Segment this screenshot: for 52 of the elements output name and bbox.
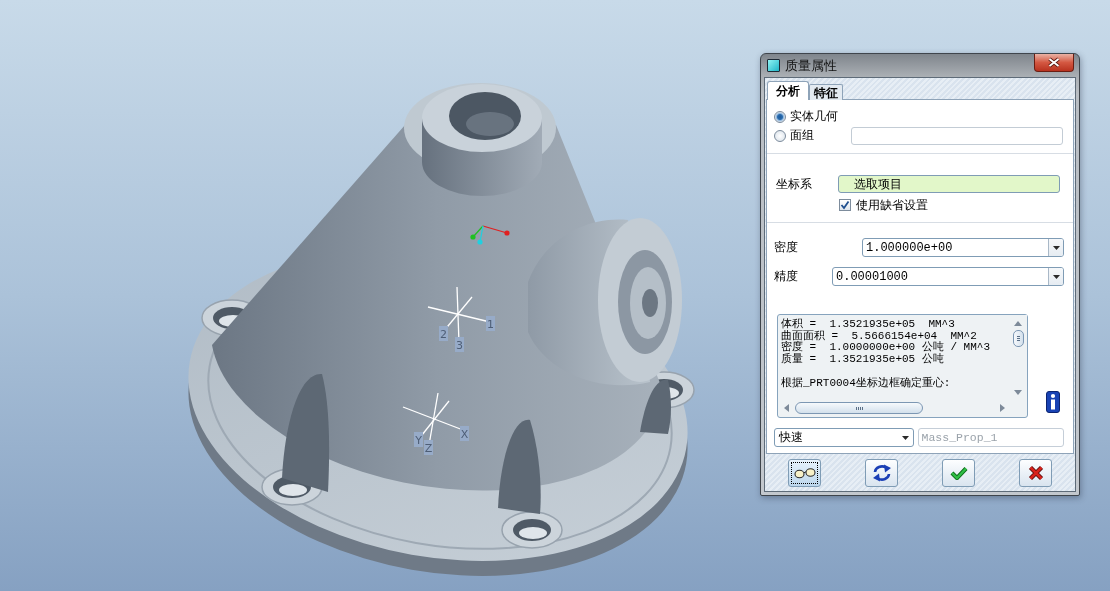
mounting-hole bbox=[501, 511, 563, 549]
cross-icon bbox=[1027, 465, 1044, 481]
close-button[interactable] bbox=[1034, 54, 1074, 72]
result-line: 密度 = 1.0000000e+00 公吨 / MM^3 bbox=[781, 342, 991, 354]
tab[interactable]: 分析 bbox=[767, 81, 809, 100]
axis-label: 2 bbox=[439, 326, 448, 341]
result-line: 曲面面积 = 5.5666154e+04 MM^2 bbox=[781, 330, 977, 342]
checkmark-icon bbox=[840, 200, 850, 210]
caret-icon bbox=[1052, 245, 1060, 250]
coordinate-system-icon bbox=[470, 225, 510, 245]
accuracy-dropdown[interactable]: 0.00001000 bbox=[832, 267, 1064, 286]
window-icon bbox=[767, 59, 780, 72]
radio-label: 面组 bbox=[790, 127, 814, 144]
cancel-button[interactable] bbox=[1019, 459, 1052, 487]
checkbox[interactable] bbox=[839, 199, 851, 211]
density-dropdown[interactable]: 1.000000e+00 bbox=[862, 238, 1064, 257]
close-icon bbox=[1047, 57, 1061, 68]
checkmark-icon bbox=[949, 466, 968, 480]
density-label: 密度 bbox=[774, 239, 798, 256]
scroll-left-arrow-icon[interactable] bbox=[784, 404, 789, 412]
checkbox-label: 使用缺省设置 bbox=[856, 196, 928, 214]
window-title: 质量属性 bbox=[785, 56, 837, 75]
result-line: 根据_PRT0004坐标边框确定重心: bbox=[781, 377, 951, 390]
refresh-icon bbox=[871, 464, 892, 482]
tab[interactable]: 特征 bbox=[809, 84, 843, 100]
mode-dropdown[interactable]: 快速 bbox=[774, 428, 914, 447]
axis-label: X bbox=[460, 426, 469, 441]
input-field[interactable] bbox=[851, 126, 1063, 145]
scrollbar-thumb[interactable] bbox=[1012, 330, 1024, 347]
radio-button[interactable] bbox=[774, 129, 786, 142]
csys-selector-field[interactable]: 选取项目 bbox=[838, 175, 1060, 193]
axis-label: Y bbox=[414, 432, 423, 447]
caret-icon bbox=[1052, 274, 1060, 279]
scroll-down-arrow-icon[interactable] bbox=[1014, 390, 1022, 395]
accuracy-label: 精度 bbox=[774, 268, 798, 285]
axis-label: 3 bbox=[455, 337, 464, 352]
glasses-icon bbox=[793, 467, 816, 479]
radio-label: 实体几何 bbox=[790, 108, 838, 125]
repaint-button[interactable] bbox=[865, 459, 898, 487]
preview-button[interactable] bbox=[788, 459, 821, 487]
axis-label: 1 bbox=[486, 316, 495, 331]
scrollbar-thumb[interactable] bbox=[795, 402, 923, 414]
csys-label: 坐标系 bbox=[776, 175, 812, 193]
caret-icon bbox=[901, 435, 909, 440]
axis-label: Z bbox=[424, 440, 433, 455]
scroll-right-arrow-icon[interactable] bbox=[1000, 404, 1005, 412]
ok-button[interactable] bbox=[942, 459, 975, 487]
info-icon[interactable] bbox=[1046, 391, 1060, 413]
result-line: 体积 = 1.3521935e+05 MM^3 bbox=[781, 319, 955, 330]
radio-button[interactable] bbox=[774, 110, 786, 123]
rib bbox=[640, 379, 671, 434]
scroll-up-arrow-icon[interactable] bbox=[1014, 321, 1022, 326]
